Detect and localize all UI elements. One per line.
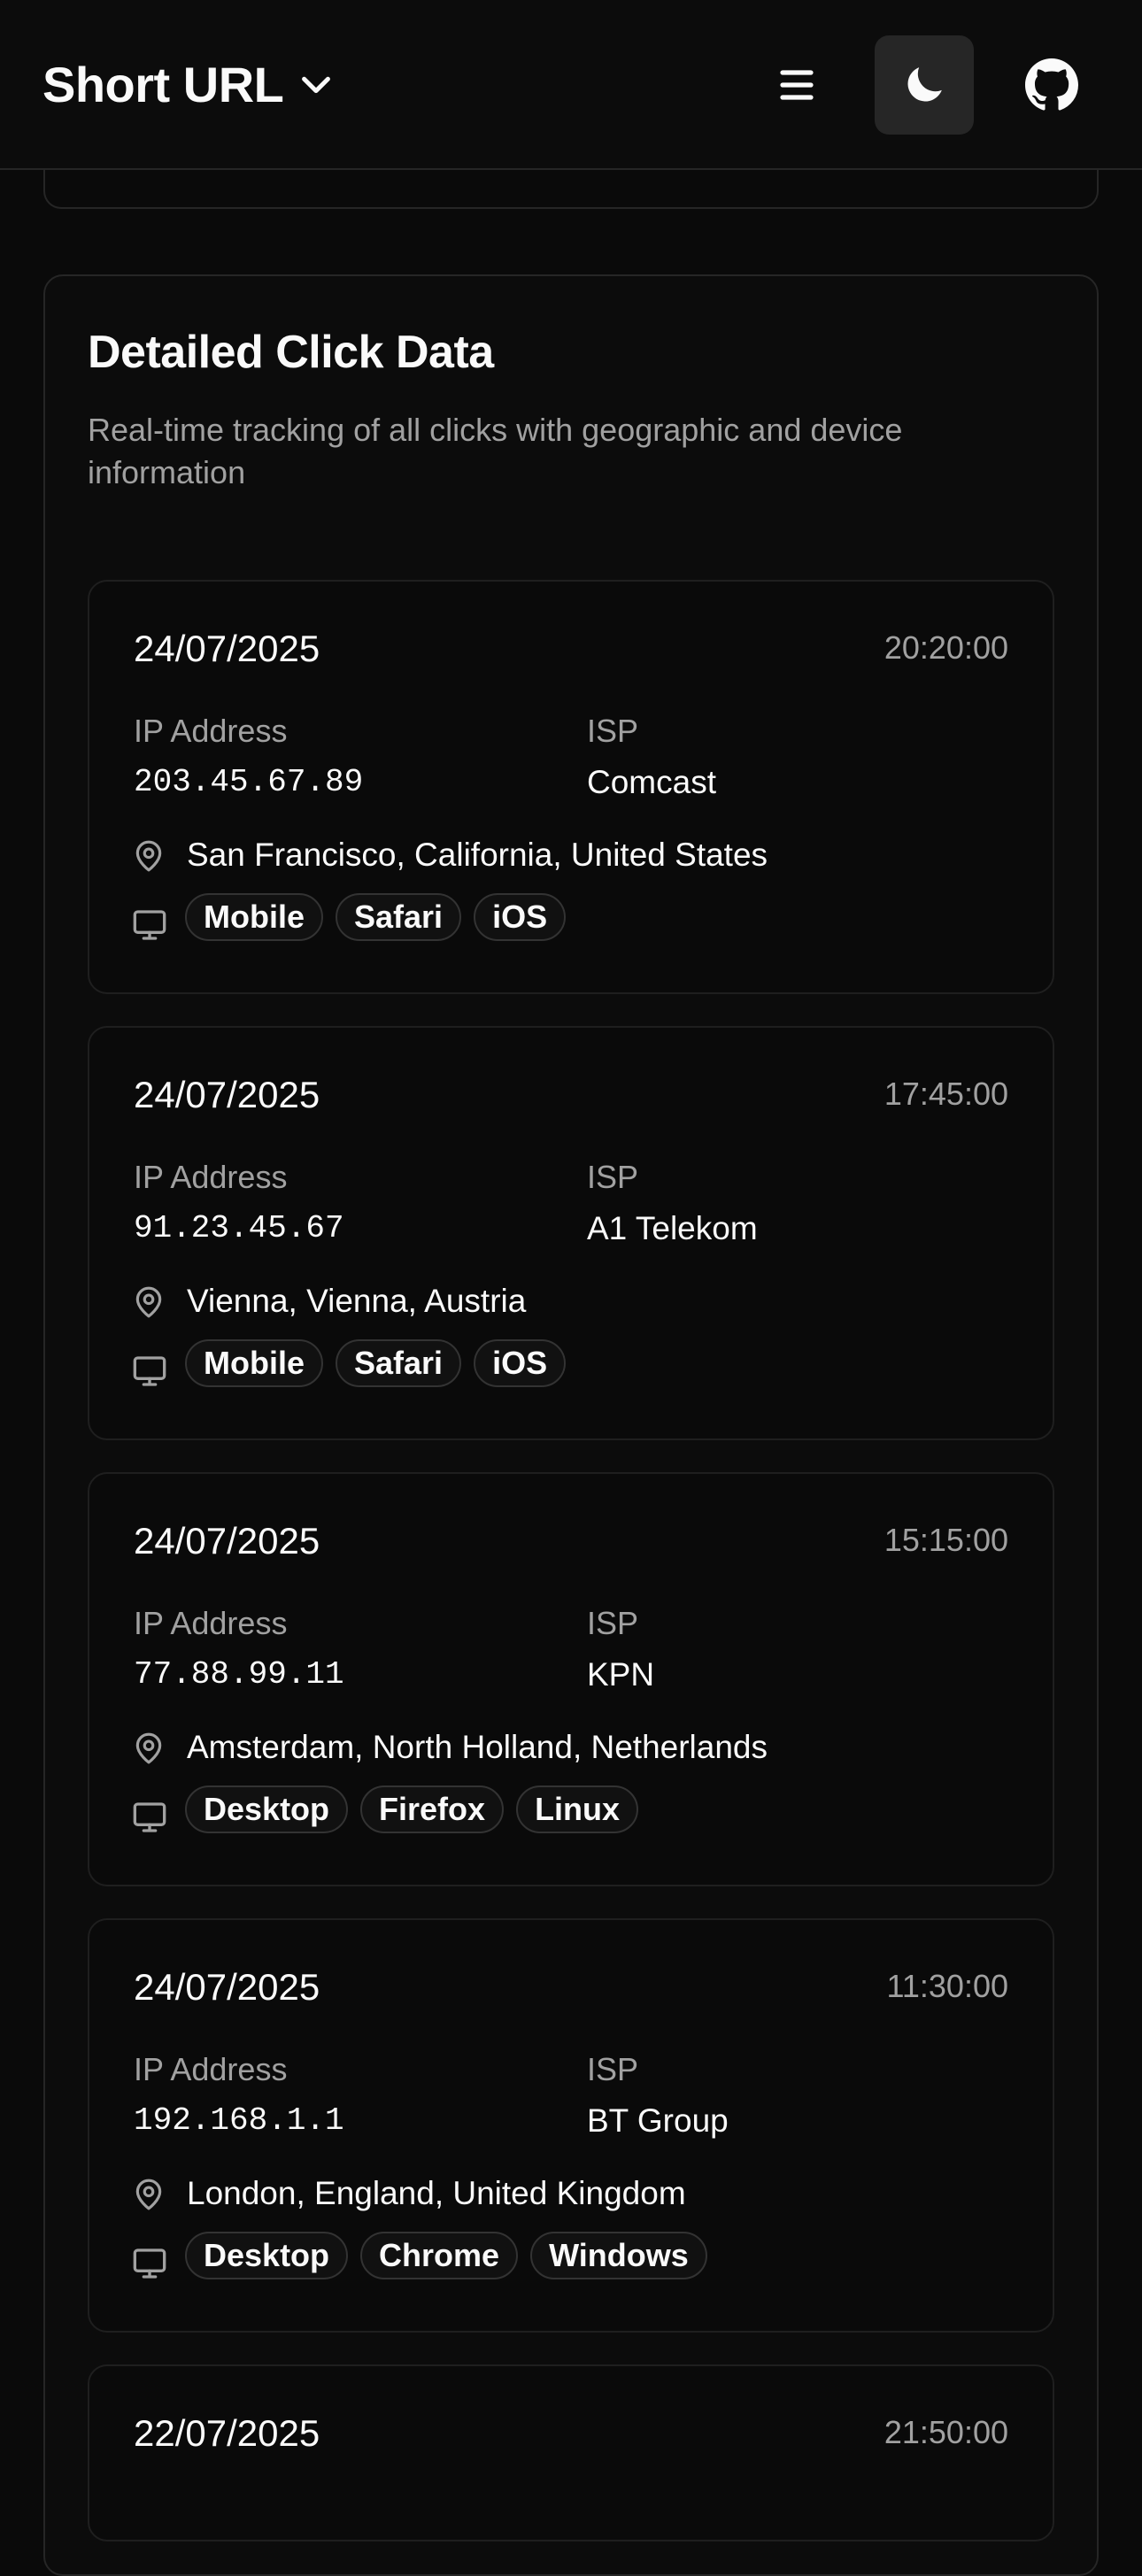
- click-time: 17:45:00: [884, 1076, 1008, 1112]
- location-text: San Francisco, California, United States: [187, 837, 768, 873]
- isp-value: A1 Telekom: [587, 1210, 758, 1246]
- ip-value: 77.88.99.11: [134, 1656, 344, 1693]
- github-icon: [1025, 58, 1078, 111]
- ip-label: IP Address: [134, 2051, 288, 2087]
- os-badge: iOS: [474, 893, 567, 941]
- ip-label: IP Address: [134, 1605, 288, 1641]
- section-description: Real-time tracking of all clicks with ge…: [88, 412, 903, 490]
- device-type-badge: Desktop: [185, 1785, 349, 1833]
- monitor-icon: [133, 1356, 166, 1386]
- isp-label: ISP: [587, 713, 639, 749]
- location-text: Vienna, Vienna, Austria: [187, 1283, 527, 1319]
- theme-toggle-button[interactable]: [875, 35, 974, 135]
- click-time: 11:30:00: [886, 1968, 1008, 2004]
- ip-value: 203.45.67.89: [134, 764, 364, 800]
- click-date: 24/07/2025: [134, 628, 320, 669]
- click-entry: 22/07/2025 21:50:00: [88, 2364, 1054, 2541]
- click-time: 15:15:00: [884, 1522, 1008, 1558]
- click-time: 21:50:00: [884, 2414, 1008, 2450]
- browser-badge: Safari: [336, 1339, 462, 1387]
- click-date: 24/07/2025: [134, 1074, 320, 1115]
- menu-button[interactable]: [747, 35, 846, 135]
- browser-badge: Firefox: [360, 1785, 505, 1833]
- location-text: London, England, United Kingdom: [187, 2175, 686, 2211]
- click-date: 24/07/2025: [134, 1966, 320, 2008]
- brand-title: Short URL: [42, 56, 284, 112]
- isp-label: ISP: [587, 2051, 639, 2087]
- click-entry: 24/07/2025 20:20:00 IP Address ISP 203.4…: [88, 580, 1054, 994]
- ip-label: IP Address: [134, 1159, 288, 1195]
- device-tags: Desktop Firefox Linux: [185, 1785, 639, 1833]
- chevron-down-icon: [302, 76, 331, 94]
- device-tags: Mobile Safari iOS: [185, 893, 567, 941]
- menu-icon: [780, 70, 814, 100]
- device-tags: Mobile Safari iOS: [185, 1339, 567, 1387]
- browser-badge: Safari: [336, 893, 462, 941]
- click-time: 20:20:00: [884, 629, 1008, 666]
- location-text: Amsterdam, North Holland, Netherlands: [187, 1729, 768, 1765]
- click-entry: 24/07/2025 17:45:00 IP Address ISP 91.23…: [88, 1026, 1054, 1440]
- map-pin-icon: [135, 1732, 162, 1764]
- monitor-icon: [133, 2248, 166, 2279]
- device-type-badge: Mobile: [185, 893, 323, 941]
- click-entry: 24/07/2025 11:30:00 IP Address ISP 192.1…: [88, 1918, 1054, 2333]
- top-nav: Short URL: [0, 0, 1142, 170]
- monitor-icon: [133, 1802, 166, 1832]
- brand-dropdown[interactable]: Short URL: [42, 51, 336, 117]
- section-title: Detailed Click Data: [88, 327, 494, 378]
- isp-value: KPN: [587, 1656, 655, 1693]
- isp-label: ISP: [587, 1159, 639, 1195]
- map-pin-icon: [135, 2179, 162, 2210]
- device-tags: Desktop Chrome Windows: [185, 2232, 707, 2279]
- browser-badge: Chrome: [360, 2232, 519, 2279]
- isp-value: Comcast: [587, 764, 716, 800]
- click-entry: 24/07/2025 15:15:00 IP Address ISP 77.88…: [88, 1472, 1054, 1886]
- device-type-badge: Desktop: [185, 2232, 349, 2279]
- github-link[interactable]: [1002, 35, 1101, 135]
- map-pin-icon: [135, 1286, 162, 1318]
- map-pin-icon: [135, 840, 162, 872]
- click-date: 24/07/2025: [134, 1520, 320, 1562]
- os-badge: iOS: [474, 1339, 567, 1387]
- os-badge: Windows: [530, 2232, 707, 2279]
- isp-value: BT Group: [587, 2102, 729, 2139]
- ip-value: 192.168.1.1: [134, 2102, 344, 2139]
- os-badge: Linux: [516, 1785, 639, 1833]
- device-type-badge: Mobile: [185, 1339, 323, 1387]
- ip-value: 91.23.45.67: [134, 1210, 344, 1246]
- ip-label: IP Address: [134, 713, 288, 749]
- isp-label: ISP: [587, 1605, 639, 1641]
- monitor-icon: [133, 910, 166, 940]
- moon-icon: [907, 67, 942, 102]
- click-date: 22/07/2025: [134, 2412, 320, 2454]
